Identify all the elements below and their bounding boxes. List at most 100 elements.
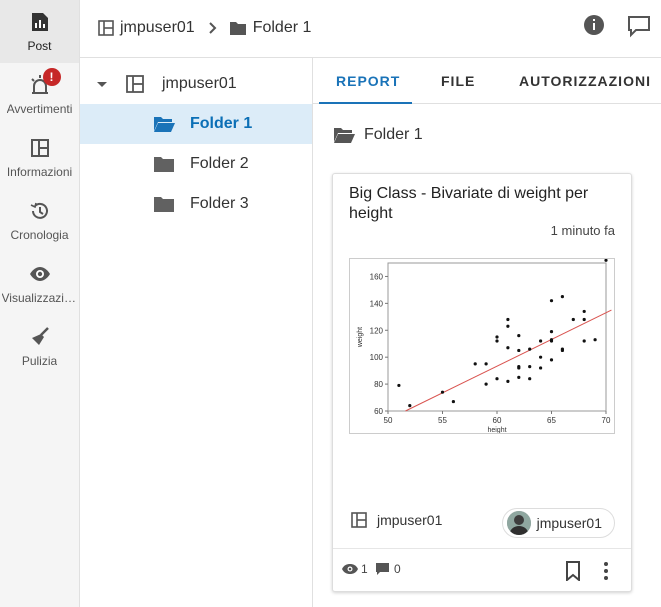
data-point — [495, 339, 499, 343]
scatter-chart: 50 55 60 65 70 60 80 100 120 140 160 weight height — [357, 258, 612, 434]
data-point — [517, 348, 521, 353]
tree-folder-1[interactable]: Folder 1 — [80, 104, 312, 144]
tab-report[interactable]: REPORT — [336, 58, 400, 104]
comments-count: 0 — [394, 562, 401, 576]
x-tick-label: 70 — [602, 416, 611, 425]
rail-item-avvertimenti[interactable]: ! Avvertimenti — [0, 63, 79, 126]
bookmark-icon[interactable] — [565, 561, 581, 586]
info-icon[interactable] — [583, 14, 605, 43]
tab-bar: REPORT FILE AUTORIZZAZIONI — [313, 58, 661, 104]
data-point — [539, 355, 543, 359]
tree-root-label: jmpuser01 — [162, 75, 237, 92]
data-point — [549, 330, 554, 334]
data-point — [484, 382, 488, 386]
folder-heading-label: Folder 1 — [364, 126, 423, 143]
data-point — [495, 335, 499, 339]
data-point — [571, 317, 575, 322]
eye-icon — [342, 564, 358, 574]
y-axis-label: weight — [357, 327, 364, 348]
data-point — [408, 404, 412, 408]
data-point — [506, 324, 510, 328]
x-tick-label: 65 — [547, 416, 556, 425]
data-point — [582, 317, 586, 322]
report-card[interactable]: Big Class - Bivariate di weight per heig… — [332, 173, 632, 592]
layout-icon — [29, 137, 51, 159]
y-tick-label: 100 — [370, 353, 384, 362]
more-vertical-icon[interactable] — [603, 561, 609, 586]
workspace-icon — [98, 20, 114, 36]
views-stat: 1 — [342, 562, 368, 576]
rail-label: Informazioni — [6, 165, 73, 179]
rail-item-post[interactable]: Post — [0, 0, 79, 63]
breadcrumb-workspace[interactable]: jmpuser01 — [120, 19, 195, 37]
data-point — [593, 338, 597, 342]
data-point — [528, 377, 532, 381]
rail-item-informazioni[interactable]: Informazioni — [0, 126, 79, 189]
rail-label: Cronologia — [10, 228, 69, 242]
report-thumbnail[interactable]: 50 55 60 65 70 60 80 100 120 140 160 weight height — [349, 258, 615, 434]
folder-icon — [229, 22, 246, 35]
data-point — [517, 366, 521, 370]
rail-item-cronologia[interactable]: Cronologia — [0, 189, 79, 252]
rail-label: Visualizzazioni — [1, 291, 78, 305]
tree-folder-2[interactable]: Folder 2 — [80, 144, 312, 184]
card-title[interactable]: Big Class - Bivariate di weight per heig… — [349, 184, 619, 224]
tree-folder-3[interactable]: Folder 3 — [80, 184, 312, 224]
breadcrumb: jmpuser01 Folder 1 — [98, 19, 311, 37]
y-tick-label: 60 — [374, 407, 383, 416]
comments-stat: 0 — [375, 562, 401, 576]
folder-open-icon — [334, 128, 355, 143]
author-chip[interactable]: jmpuser01 — [501, 508, 615, 538]
owner-workspace-label: jmpuser01 — [377, 512, 443, 528]
data-point — [539, 339, 543, 343]
top-actions — [583, 14, 651, 43]
y-tick-label: 120 — [370, 326, 384, 335]
history-icon — [29, 200, 51, 222]
tab-autorizzazioni[interactable]: AUTORIZZAZIONI — [519, 58, 651, 104]
data-point — [582, 339, 586, 343]
comments-icon[interactable] — [627, 14, 651, 43]
workspace-icon — [351, 512, 367, 528]
card-timestamp: 1 minuto fa — [550, 223, 615, 238]
folder-icon — [153, 195, 175, 218]
rail-item-visualizzazioni[interactable]: Visualizzazioni — [0, 252, 79, 315]
rail-label: Post — [27, 39, 52, 53]
x-tick-label: 60 — [493, 416, 502, 425]
data-point — [473, 362, 477, 366]
data-point — [506, 379, 510, 383]
author-name: jmpuser01 — [536, 515, 602, 531]
data-point — [549, 299, 554, 303]
data-point — [560, 295, 564, 299]
x-axis-label: height — [487, 427, 506, 433]
y-tick-label: 160 — [370, 272, 384, 281]
tree-folder-label: Folder 3 — [190, 195, 249, 212]
caret-down-icon[interactable] — [96, 77, 108, 95]
top-bar: jmpuser01 Folder 1 — [80, 0, 661, 58]
x-tick-label: 55 — [438, 416, 447, 425]
folder-tree: jmpuser01 Folder 1 Folder 2 Folder 3 — [80, 58, 313, 607]
data-point — [517, 375, 521, 379]
tab-file[interactable]: FILE — [441, 58, 475, 104]
breadcrumb-folder[interactable]: Folder 1 — [253, 19, 312, 37]
data-point — [549, 358, 554, 362]
post-chart-icon — [29, 11, 51, 33]
folder-icon — [153, 155, 175, 178]
data-point — [549, 339, 554, 343]
tree-root[interactable]: jmpuser01 — [80, 64, 312, 104]
y-tick-label: 80 — [374, 380, 383, 389]
data-point — [560, 348, 564, 353]
avatar — [506, 511, 531, 535]
alarm-icon: ! — [29, 68, 61, 96]
rail-item-pulizia[interactable]: Pulizia — [0, 315, 79, 378]
data-point — [528, 347, 532, 351]
data-point — [604, 258, 608, 262]
alert-badge: ! — [42, 68, 61, 86]
data-point — [517, 334, 521, 338]
data-point — [528, 365, 532, 369]
left-rail: Post ! Avvertimenti Informazioni Cronolo… — [0, 0, 80, 607]
y-tick-label: 140 — [370, 299, 384, 308]
data-point — [451, 399, 455, 404]
data-point — [440, 390, 445, 394]
views-count: 1 — [361, 562, 368, 576]
folder-heading: Folder 1 — [333, 126, 423, 144]
